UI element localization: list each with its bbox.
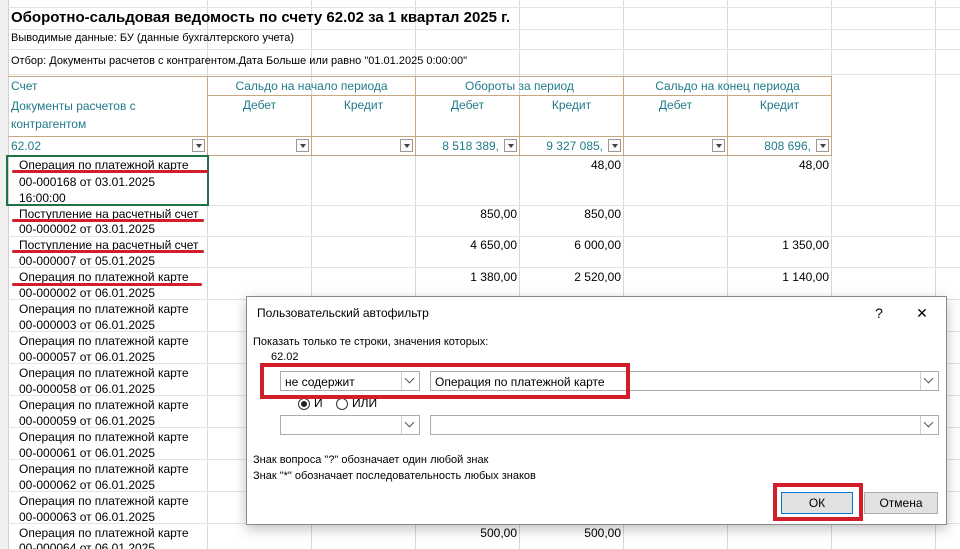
row-document-time: 16:00:00 xyxy=(19,191,66,205)
account-turnover-debit: 8 518 389, xyxy=(442,139,499,153)
red-highlight-box xyxy=(260,363,630,399)
report-title: Оборотно-сальдовая ведомость по счету 62… xyxy=(11,9,511,26)
row-document-number: 00-000059 от 06.01.2025 xyxy=(19,414,156,428)
row-document-title: Операция по платежной карте xyxy=(19,526,189,540)
chevron-down-icon xyxy=(920,372,938,390)
operator-select-2[interactable] xyxy=(280,415,420,435)
autofilter-dropdown-opening-credit[interactable] xyxy=(400,139,413,152)
cancel-button[interactable]: Отмена xyxy=(864,492,938,514)
row-document-number: 00-000062 от 06.01.2025 xyxy=(19,478,156,492)
header-opening-balance: Сальдо на начало периода xyxy=(235,79,388,93)
row-header-strip xyxy=(0,0,9,549)
hint-asterisk: Знак "*" обозначает последовательность л… xyxy=(253,470,536,482)
row-document-number: 00-000168 от 03.01.2025 xyxy=(19,175,156,189)
header-turnover-credit: Кредит xyxy=(551,98,592,112)
row-document-number: 00-000063 от 06.01.2025 xyxy=(19,510,156,524)
cell-turnover-credit: 500,00 xyxy=(584,526,621,540)
output-data-label: Выводимые данные: БУ (данные бухгалтерск… xyxy=(11,32,294,44)
header-opening-credit: Кредит xyxy=(343,98,384,112)
header-account: Счет xyxy=(11,79,38,93)
row-document-number: 00-000058 от 06.01.2025 xyxy=(19,382,156,396)
row-document-number: 00-000003 от 06.01.2025 xyxy=(19,318,156,332)
close-icon[interactable]: ✕ xyxy=(912,303,932,323)
cell-turnover-credit: 2 520,00 xyxy=(574,270,621,284)
autofilter-dropdown-opening-debit[interactable] xyxy=(296,139,309,152)
header-closing-credit: Кредит xyxy=(759,98,800,112)
row-document-number: 00-000057 от 06.01.2025 xyxy=(19,350,156,364)
cell-turnover-debit: 500,00 xyxy=(480,526,517,540)
value-combo-2[interactable] xyxy=(430,415,939,435)
row-document-title: Операция по платежной карте xyxy=(19,270,189,284)
autofilter-dropdown-closing-credit[interactable] xyxy=(816,139,829,152)
header-opening-debit: Дебет xyxy=(242,98,277,112)
row-document-number: 00-000064 от 06.01.2025 xyxy=(19,541,156,549)
autofilter-dropdown-account[interactable] xyxy=(192,139,205,152)
header-docs-2: контрагентом xyxy=(11,117,87,131)
custom-autofilter-dialog: Пользовательский автофильтр ? ✕ Показать… xyxy=(246,296,947,525)
header-turnover-debit: Дебет xyxy=(450,98,485,112)
row-document-number: 00-000007 от 05.01.2025 xyxy=(19,254,156,268)
row-document-title: Операция по платежной карте xyxy=(19,302,189,316)
chevron-down-icon xyxy=(401,416,419,434)
red-underline-annotation xyxy=(12,219,204,222)
red-highlight-box xyxy=(773,483,863,521)
filter-label: Отбор: Документы расчетов с контрагентом… xyxy=(11,55,467,67)
row-document-number: 00-000002 от 06.01.2025 xyxy=(19,286,156,300)
account-code: 62.02 xyxy=(11,139,42,153)
autofilter-dropdown-turnover-credit[interactable] xyxy=(608,139,621,152)
cell-turnover-debit: 850,00 xyxy=(480,207,517,221)
filter-field-name: 62.02 xyxy=(271,351,299,363)
cell-closing-credit: 48,00 xyxy=(798,158,829,172)
cell-closing-credit: 1 350,00 xyxy=(782,238,829,252)
autofilter-dropdown-turnover-debit[interactable] xyxy=(504,139,517,152)
or-radio[interactable] xyxy=(336,398,348,410)
cell-closing-credit: 1 140,00 xyxy=(782,270,829,284)
row-document-title: Операция по платежной карте xyxy=(19,430,189,444)
header-closing-balance: Сальдо на конец периода xyxy=(655,79,800,93)
cell-turnover-debit: 1 380,00 xyxy=(470,270,517,284)
row-document-title: Операция по платежной карте xyxy=(19,494,189,508)
red-underline-annotation xyxy=(12,170,208,173)
header-closing-debit: Дебет xyxy=(658,98,693,112)
chevron-down-icon xyxy=(920,416,938,434)
red-underline-annotation xyxy=(12,283,202,286)
row-document-title: Операция по платежной карте xyxy=(19,398,189,412)
and-radio[interactable] xyxy=(298,398,310,410)
dialog-title: Пользовательский автофильтр xyxy=(257,306,429,320)
cell-turnover-credit: 850,00 xyxy=(584,207,621,221)
filter-prompt: Показать только те строки, значения кото… xyxy=(253,336,489,348)
cell-turnover-debit: 4 650,00 xyxy=(470,238,517,252)
red-underline-annotation xyxy=(12,250,204,253)
cell-turnover-credit: 48,00 xyxy=(590,158,621,172)
help-button[interactable]: ? xyxy=(869,303,889,323)
hint-question-mark: Знак вопроса "?" обозначает один любой з… xyxy=(253,454,489,466)
header-docs: Документы расчетов с xyxy=(11,99,136,113)
account-closing-credit: 808 696, xyxy=(764,139,811,153)
row-document-title: Операция по платежной карте xyxy=(19,366,189,380)
row-document-title: Операция по платежной карте xyxy=(19,334,189,348)
cell-turnover-credit: 6 000,00 xyxy=(574,238,621,252)
row-document-number: 00-000061 от 06.01.2025 xyxy=(19,446,156,460)
account-turnover-credit: 9 327 085, xyxy=(546,139,603,153)
row-document-number: 00-000002 от 03.01.2025 xyxy=(19,222,156,236)
autofilter-dropdown-closing-debit[interactable] xyxy=(712,139,725,152)
row-document-title: Операция по платежной карте xyxy=(19,462,189,476)
header-turnover: Обороты за период xyxy=(465,79,574,93)
